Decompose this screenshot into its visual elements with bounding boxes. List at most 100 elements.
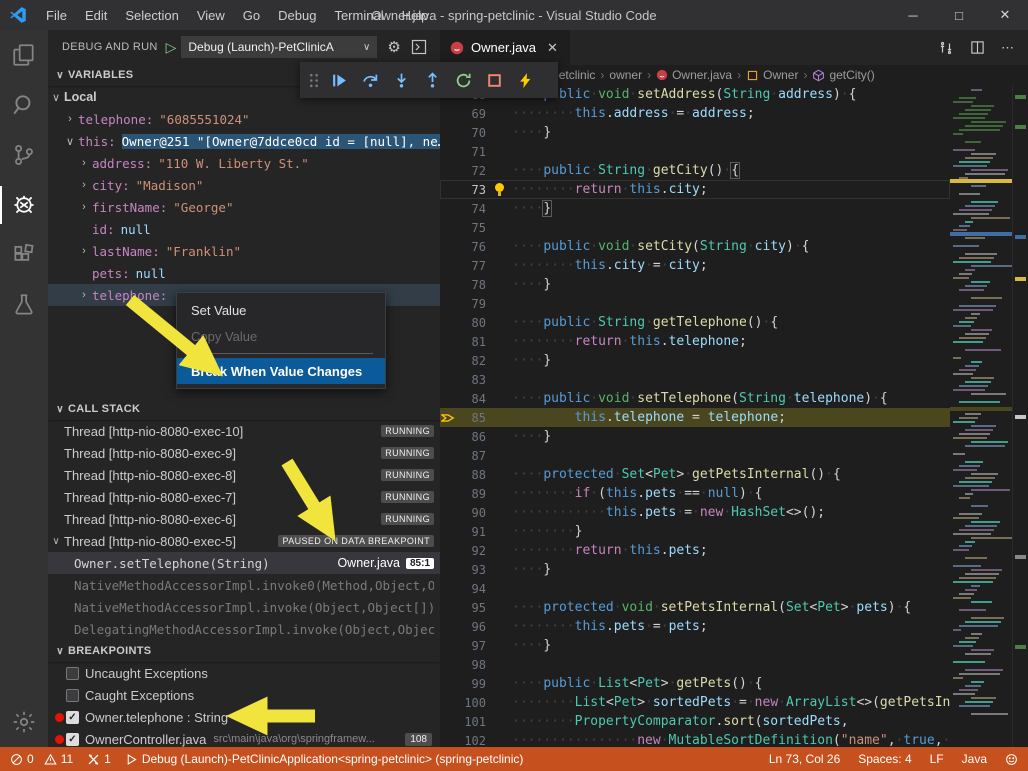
- variable-row[interactable]: pets:null: [48, 262, 440, 284]
- indentation-indicator[interactable]: Spaces: 4: [858, 752, 911, 766]
- code-editor[interactable]: 68····public·void·setAddress(String·addr…: [440, 85, 950, 747]
- minimap[interactable]: [950, 85, 1012, 747]
- sidebar-item-source-control[interactable]: [0, 130, 48, 180]
- variable-row[interactable]: id:null: [48, 218, 440, 240]
- sidebar-item-explorer[interactable]: [0, 30, 48, 80]
- editor-actions: ⋯: [938, 30, 1028, 65]
- code-text: ····public·void·setTelephone(String·tele…: [512, 391, 888, 406]
- stop-button[interactable]: [479, 64, 510, 96]
- thread-row[interactable]: Thread [http-nio-8080-exec-7]RUNNING: [48, 486, 440, 508]
- eol-indicator[interactable]: LF: [930, 752, 944, 766]
- line-number: 76: [456, 240, 486, 254]
- menu-view[interactable]: View: [188, 0, 234, 30]
- explorer-icon: [11, 42, 37, 68]
- variable-row[interactable]: ›address:"110 W. Liberty St.": [48, 152, 440, 174]
- sidebar-item-extensions[interactable]: [0, 230, 48, 280]
- thread-row[interactable]: Thread [http-nio-8080-exec-10]RUNNING: [48, 420, 440, 442]
- feedback-button[interactable]: [1005, 753, 1018, 766]
- variable-row[interactable]: ∨this:Owner@251 "[Owner@7ddce0cd id = [n…: [48, 130, 440, 152]
- thread-row[interactable]: Thread [http-nio-8080-exec-8]RUNNING: [48, 464, 440, 486]
- breakpoints-section-header[interactable]: ∨ BREAKPOINTS: [48, 640, 440, 662]
- breakpoint-row[interactable]: Uncaught Exceptions: [48, 662, 440, 684]
- thread-row[interactable]: Thread [http-nio-8080-exec-9]RUNNING: [48, 442, 440, 464]
- thread-row[interactable]: ∨Thread [http-nio-8080-exec-5]PAUSED ON …: [48, 530, 440, 552]
- breadcrumb-separator: ›: [803, 68, 807, 82]
- breadcrumb-item-petclinic[interactable]: petclinic: [552, 68, 595, 82]
- hot-code-replace-icon[interactable]: [510, 64, 541, 96]
- frame-file-label: Owner.java: [337, 556, 400, 570]
- cursor-position[interactable]: Ln 73, Col 26: [769, 752, 840, 766]
- line-number: 77: [456, 259, 486, 273]
- step-out-button[interactable]: [417, 64, 448, 96]
- debug-target-indicator[interactable]: Debug (Launch)-PetClinicApplication<spri…: [125, 752, 524, 766]
- stack-frame-row[interactable]: NativeMethodAccessorImpl.invoke(Object,O…: [48, 596, 440, 618]
- breakpoint-row[interactable]: Owner.telephone : String: [48, 706, 440, 728]
- menu-item-break-when-value-changes[interactable]: Break When Value Changes: [177, 358, 385, 384]
- problems-indicator[interactable]: 0 11: [10, 752, 73, 766]
- menu-debug[interactable]: Debug: [269, 0, 325, 30]
- sidebar-item-testing[interactable]: [0, 280, 48, 330]
- debug-settings-gear-icon[interactable]: ⚙: [387, 38, 400, 56]
- errors-count: 0: [27, 752, 34, 766]
- line-number: 87: [456, 449, 486, 463]
- menu-edit[interactable]: Edit: [76, 0, 116, 30]
- breadcrumb-item-Owner.java[interactable]: Owner.java: [656, 68, 732, 82]
- breadcrumb-label: petclinic: [552, 68, 595, 82]
- minimize-icon[interactable]: ─: [890, 0, 936, 30]
- split-editor-icon[interactable]: [970, 40, 985, 55]
- variable-row[interactable]: ›telephone:"6085551024": [48, 108, 440, 130]
- stack-frame-row[interactable]: DelegatingMethodAccessorImpl.invoke(Obje…: [48, 618, 440, 640]
- breakpoint-row[interactable]: OwnerController.javasrc\main\java\org\sp…: [48, 728, 440, 747]
- code-line-76: 76····public·void·setCity(String·city)·{: [440, 237, 950, 256]
- step-over-button[interactable]: [355, 64, 386, 96]
- tree-chevron-icon: ∨: [62, 135, 78, 148]
- line-number: 70: [456, 126, 486, 140]
- start-debugging-icon[interactable]: ▷: [166, 39, 177, 56]
- step-into-button[interactable]: [386, 64, 417, 96]
- breakpoint-checkbox[interactable]: [66, 689, 79, 702]
- call-stack-section-header[interactable]: ∨ CALL STACK: [48, 398, 440, 420]
- breakpoint-row[interactable]: Caught Exceptions: [48, 684, 440, 706]
- variable-row[interactable]: ›city:"Madison": [48, 174, 440, 196]
- tab-owner-java[interactable]: Owner.java ✕: [440, 30, 570, 65]
- paused-line-arrow-icon: [441, 411, 455, 425]
- breakpoint-checkbox[interactable]: [66, 711, 79, 724]
- stack-frame-row[interactable]: NativeMethodAccessorImpl.invoke0(Method,…: [48, 574, 440, 596]
- close-icon[interactable]: ✕: [982, 0, 1028, 30]
- variable-row[interactable]: ›lastName:"Franklin": [48, 240, 440, 262]
- open-changes-icon[interactable]: [938, 40, 954, 56]
- menu-file[interactable]: File: [37, 0, 76, 30]
- debug-and-run-label: DEBUG AND RUN: [62, 41, 158, 53]
- breadcrumb-item-owner[interactable]: owner: [609, 68, 642, 82]
- line-number: 89: [456, 487, 486, 501]
- variable-row[interactable]: ›firstName:"George": [48, 196, 440, 218]
- menu-selection[interactable]: Selection: [116, 0, 187, 30]
- tasks-indicator[interactable]: 1: [87, 752, 111, 766]
- menu-item-set-value[interactable]: Set Value: [177, 297, 385, 323]
- language-mode[interactable]: Java: [962, 752, 987, 766]
- maximize-icon[interactable]: □: [936, 0, 982, 30]
- thread-status-badge: RUNNING: [381, 447, 434, 459]
- stack-frame-row[interactable]: Owner.setTelephone(String)Owner.java85:1: [48, 552, 440, 574]
- menu-item-copy-value[interactable]: Copy Value: [177, 323, 385, 349]
- toolbar-drag-handle[interactable]: [304, 64, 324, 96]
- launch-config-select[interactable]: Debug (Launch)-PetClinicA ∨: [181, 36, 377, 58]
- continue-button[interactable]: [324, 64, 355, 96]
- breadcrumb-item-Owner[interactable]: Owner: [746, 68, 798, 82]
- tab-close-icon[interactable]: ✕: [547, 40, 558, 56]
- more-actions-icon[interactable]: ⋯: [1001, 40, 1014, 56]
- lightbulb-icon[interactable]: [486, 183, 512, 196]
- thread-status-badge: RUNNING: [381, 425, 434, 437]
- restart-button[interactable]: [448, 64, 479, 96]
- breakpoint-checkbox[interactable]: [66, 667, 79, 680]
- code-line-71: 71: [440, 142, 950, 161]
- code-line-89: 89········if·(this.pets·==·null)·{: [440, 484, 950, 503]
- debug-console-icon[interactable]: [411, 39, 427, 55]
- sidebar-item-run-and-debug[interactable]: [0, 180, 48, 230]
- sidebar-item-search[interactable]: [0, 80, 48, 130]
- menu-go[interactable]: Go: [234, 0, 269, 30]
- breakpoint-checkbox[interactable]: [66, 733, 79, 746]
- thread-row[interactable]: Thread [http-nio-8080-exec-6]RUNNING: [48, 508, 440, 530]
- manage-button[interactable]: [0, 697, 48, 747]
- breadcrumb-item-getCity[interactable]: getCity(): [812, 68, 874, 82]
